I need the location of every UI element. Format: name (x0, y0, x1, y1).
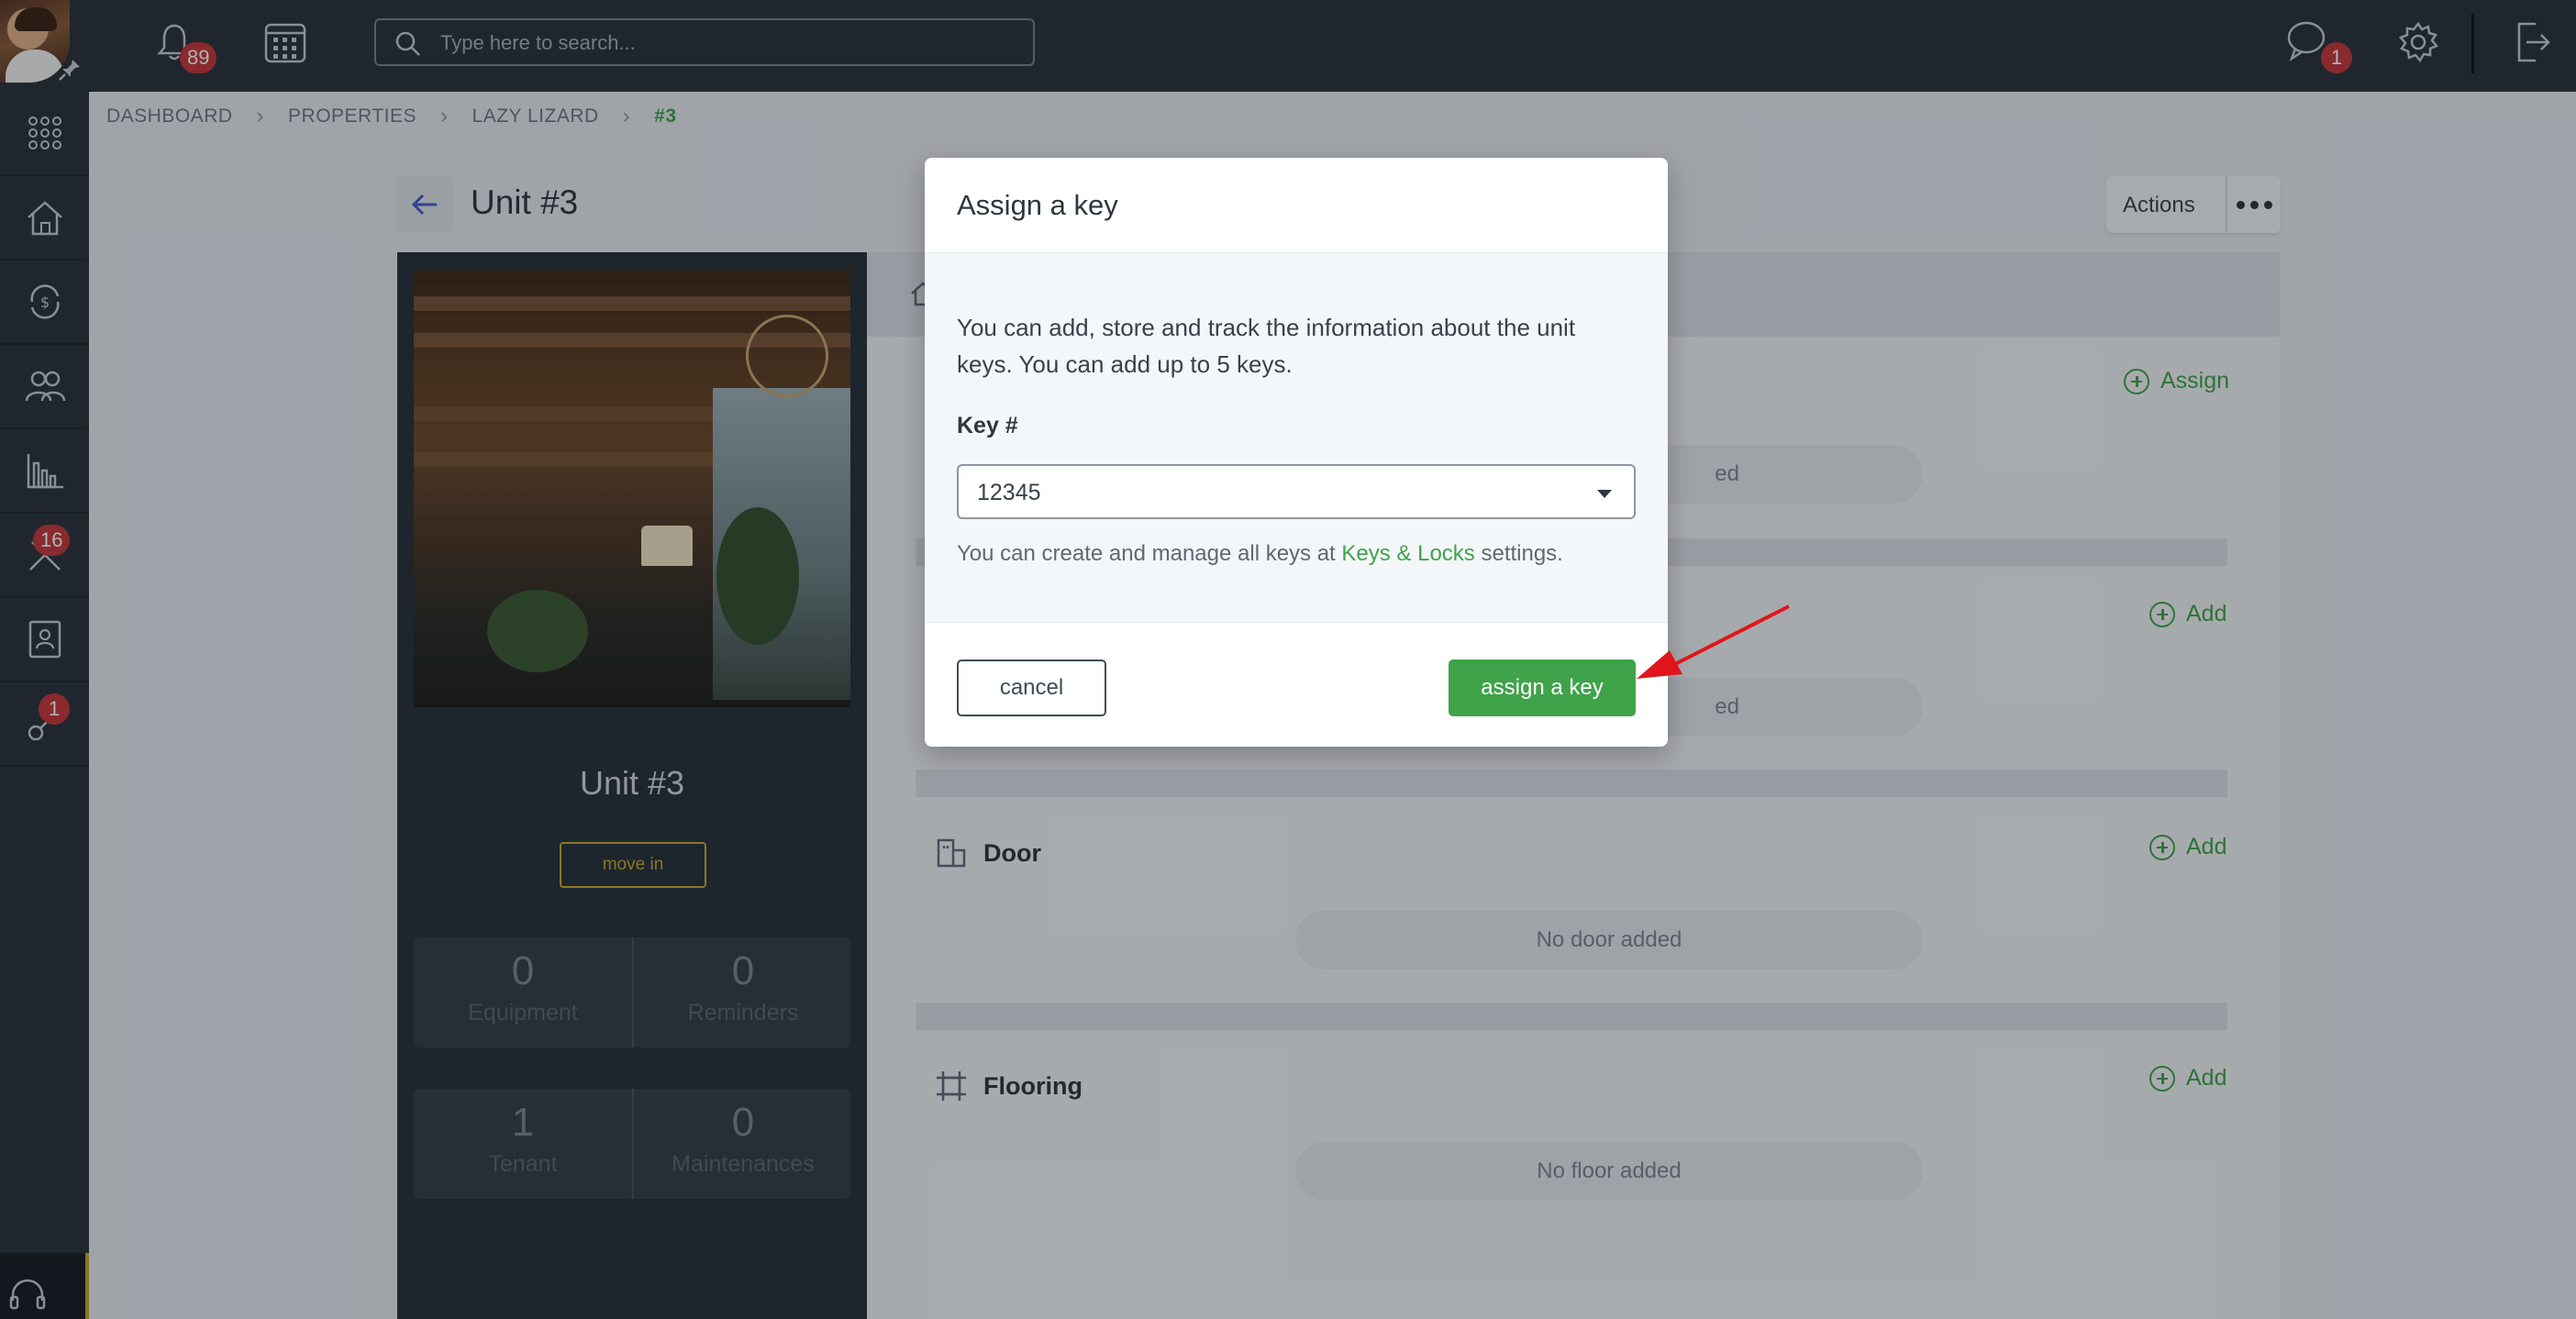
annotation-arrow (1637, 604, 1790, 679)
key-select-value: 12345 (977, 480, 1041, 505)
cancel-button[interactable]: cancel (957, 660, 1106, 716)
assign-key-button[interactable]: assign a key (1449, 660, 1636, 716)
keys-locks-link[interactable]: Keys & Locks (1341, 541, 1474, 566)
modal-header: Assign a key (925, 158, 1668, 253)
assign-key-modal: Assign a key You can add, store and trac… (925, 158, 1668, 747)
modal-title: Assign a key (957, 189, 1118, 221)
key-field-label: Key # (957, 413, 1018, 438)
caret-down-icon (1597, 490, 1612, 498)
key-select[interactable]: 12345 (957, 464, 1636, 519)
modal-footer: cancel assign a key (925, 622, 1668, 747)
keys-helper-text: You can create and manage all keys at Ke… (957, 541, 1563, 567)
helper-prefix: You can create and manage all keys at (957, 541, 1342, 566)
modal-description: You can add, store and track the informa… (957, 314, 1576, 378)
helper-suffix: settings. (1474, 541, 1563, 566)
